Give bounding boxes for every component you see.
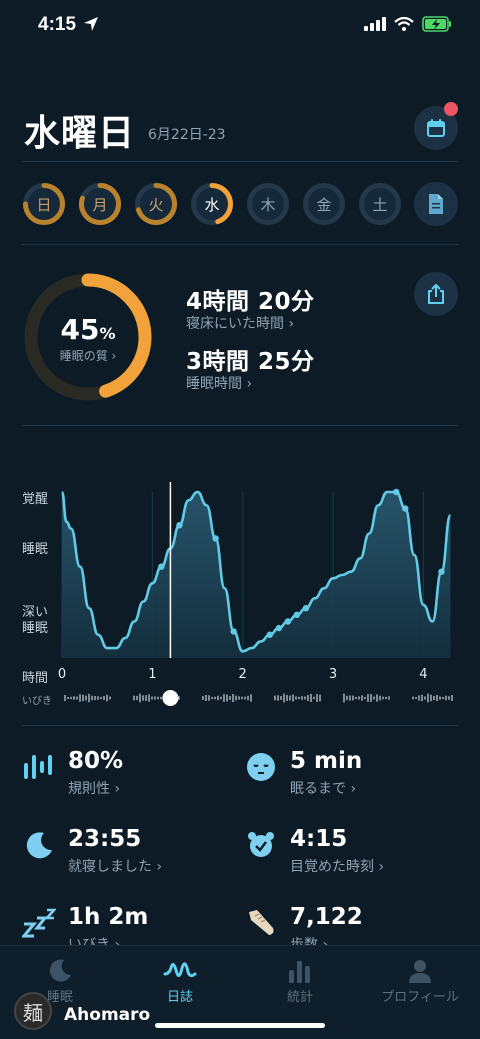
moon-icon <box>49 959 71 982</box>
status-icons <box>364 16 452 32</box>
cellular-signal-icon <box>364 17 386 31</box>
data-point <box>393 488 400 496</box>
regularity-label: 規則性 › <box>68 781 121 797</box>
day-wednesday[interactable]: 水 <box>190 182 234 226</box>
alarm-clock-icon <box>244 828 278 862</box>
time-to-sleep-value: 5 min <box>290 748 363 774</box>
username: Ahomaro <box>64 1005 151 1025</box>
location-arrow-icon <box>84 17 99 31</box>
data-point <box>302 605 310 612</box>
home-indicator[interactable] <box>155 1023 325 1028</box>
quality-label: 睡眠の質 › <box>59 349 117 363</box>
notes-button[interactable] <box>414 182 458 226</box>
data-point <box>293 611 301 619</box>
data-point <box>266 631 273 638</box>
calendar-icon <box>427 119 445 137</box>
bar-chart-icon <box>289 961 310 983</box>
in-bed-value: 4時間 20分 <box>186 289 315 315</box>
data-point <box>212 535 219 542</box>
zzz-icon <box>22 906 56 940</box>
moon-icon <box>22 828 56 862</box>
x-tick-label: 2 <box>239 667 247 682</box>
wake-time-label: 目覚めた時刻 › <box>290 859 385 875</box>
wifi-icon <box>394 17 414 31</box>
sleep-area <box>62 492 451 658</box>
asleep-value: 3時間 25分 <box>186 349 315 375</box>
data-point <box>158 563 165 570</box>
tab-label: プロフィール <box>381 990 459 1005</box>
data-point <box>275 624 283 632</box>
stat-time-to-sleep[interactable]: 5 min 眠るまで › <box>244 748 362 798</box>
divider <box>22 161 458 162</box>
day-friday[interactable]: 金 <box>302 182 346 226</box>
data-point <box>402 505 409 512</box>
sleep-quality-ring[interactable]: 45% 睡眠の質 › <box>22 271 154 403</box>
bedtime-label: 就寝しました › <box>68 859 163 875</box>
tab-statistics[interactable]: 統計 <box>240 956 360 1005</box>
regularity-value: 80% <box>68 748 124 774</box>
time-to-sleep-label: 眠るまで › <box>290 781 357 797</box>
battery-charging-icon <box>422 16 451 32</box>
x-tick-label: 4 <box>419 667 427 682</box>
day-thursday[interactable]: 木 <box>246 182 290 226</box>
tab-label: 統計 <box>286 990 313 1005</box>
date-range: 6月22日-23 <box>148 127 226 143</box>
tab-journal[interactable]: 日誌 <box>120 956 240 1005</box>
stat-bedtime[interactable]: 23:55 就寝しました › <box>22 826 162 876</box>
share-button[interactable] <box>414 272 458 316</box>
steps-value: 7,122 <box>290 904 363 930</box>
data-point <box>284 618 292 625</box>
week-selector: 日 月 火 水 木 金 土 <box>22 182 458 226</box>
wake-time-value: 4:15 <box>290 826 348 852</box>
tab-profile[interactable]: プロフィール <box>360 956 480 1005</box>
status-time: 4:15 <box>38 14 99 36</box>
share-icon <box>428 283 444 304</box>
day-tuesday[interactable]: 火 <box>134 182 178 226</box>
data-point <box>230 628 237 635</box>
data-point <box>438 568 445 575</box>
notification-badge <box>444 102 458 116</box>
document-icon <box>429 194 443 214</box>
asleep-link[interactable]: 睡眠時間 › <box>186 373 252 393</box>
divider <box>22 425 458 426</box>
snoring-value: 1h 2m <box>68 904 149 930</box>
stat-regularity[interactable]: 80% 規則性 › <box>22 748 123 798</box>
day-saturday[interactable]: 土 <box>358 182 402 226</box>
x-tick-label: 0 <box>58 667 66 682</box>
tab-label: 日誌 <box>166 990 193 1005</box>
quality-value: 45 <box>60 313 100 346</box>
avatar: 麺 <box>14 992 52 1030</box>
quality-unit: % <box>99 324 116 343</box>
in-bed-link[interactable]: 寝床にいた時間 › <box>186 313 294 333</box>
bedtime-value: 23:55 <box>68 826 142 852</box>
data-point <box>176 522 183 529</box>
day-monday[interactable]: 月 <box>78 182 122 226</box>
shoe-icon <box>244 906 278 940</box>
x-tick-label: 1 <box>148 667 156 682</box>
stat-wake-time[interactable]: 4:15 目覚めた時刻 › <box>244 826 384 876</box>
person-icon <box>409 960 431 983</box>
sleep-cycle-chart[interactable]: 0 1 2 3 4 <box>0 470 480 720</box>
waveform-icon <box>163 962 197 978</box>
playhead <box>162 690 179 706</box>
sleepy-face-icon <box>244 750 278 784</box>
regularity-bars-icon <box>22 750 56 784</box>
x-tick-label: 3 <box>329 667 337 682</box>
divider <box>22 244 458 245</box>
page-title: 水曜日 <box>24 113 136 154</box>
divider <box>22 725 458 726</box>
day-sunday[interactable]: 日 <box>22 182 66 226</box>
